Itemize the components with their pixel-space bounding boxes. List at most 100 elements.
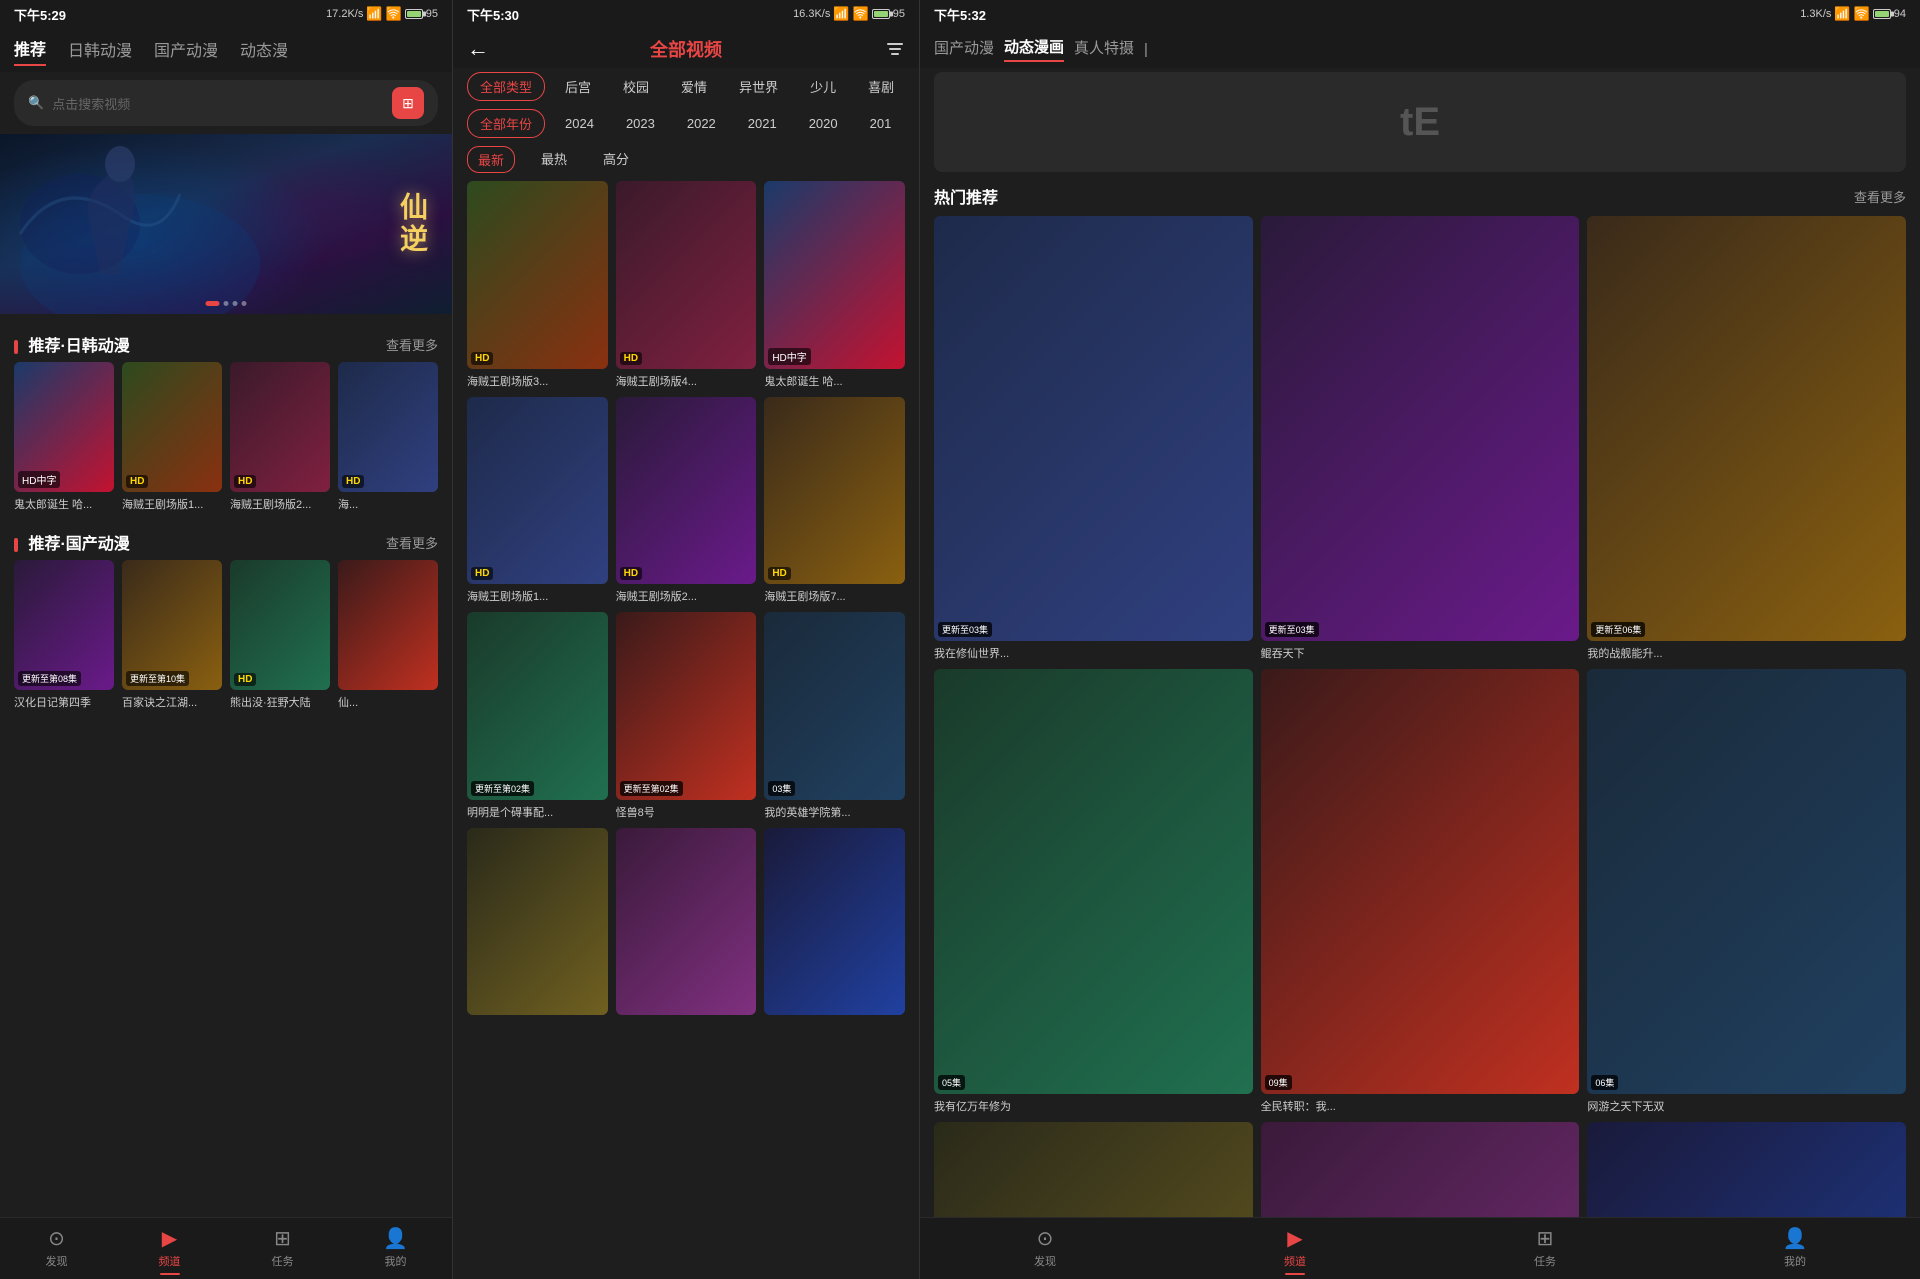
filter-2020[interactable]: 2020 (797, 112, 850, 135)
sort-hottest[interactable]: 最热 (531, 146, 577, 173)
grid-card-1[interactable]: HD 海贼王剧场版4... (616, 181, 757, 389)
search-button-1[interactable]: ⊞ (392, 87, 424, 119)
back-button[interactable]: ← (467, 36, 497, 62)
grid-card-5[interactable]: HD 海贼王剧场版7... (764, 397, 905, 605)
sort-newest[interactable]: 最新 (467, 146, 515, 173)
filter-harem[interactable]: 后宫 (553, 73, 603, 100)
tab-jp-anime[interactable]: 日韩动漫 (68, 37, 132, 65)
jpkr-thumb-3: HD (338, 362, 438, 492)
nav-task-label-3: 任务 (1534, 1253, 1556, 1269)
nav-me-3[interactable]: 👤 我的 (1670, 1226, 1920, 1275)
hot-card-4[interactable]: 09集 全民转职：我... (1261, 669, 1580, 1114)
hot-item-title-4: 全民转职：我... (1261, 1098, 1580, 1114)
jpkr-card-0[interactable]: HD中字 鬼太郎诞生 哈... (14, 362, 114, 512)
hot-card-8[interactable]: 12集 我是怪兽大主宰 (1587, 1122, 1906, 1217)
search-bar-1[interactable]: 🔍 点击搜索视频 ⊞ (14, 80, 438, 126)
nav-me-label-1: 我的 (385, 1253, 407, 1269)
grid-card-10[interactable] (616, 828, 757, 1020)
hot-card-5[interactable]: 06集 网游之天下无双 (1587, 669, 1906, 1114)
p3-scroll-area: 热门推荐 查看更多 更新至03集 我在修仙世界... 更新至03集 鲲吞天下 (920, 176, 1920, 1217)
cn-thumb-2: HD (230, 560, 330, 690)
section-dot-cn (14, 538, 18, 552)
search-icon-1: 🔍 (28, 95, 44, 111)
sort-rating[interactable]: 高分 (593, 146, 639, 173)
nav-task-1[interactable]: ⊞ 任务 (226, 1226, 339, 1275)
tab-cn-anime[interactable]: 国产动漫 (154, 37, 218, 65)
hot-header: 热门推荐 查看更多 (934, 184, 1906, 208)
search-btn-icon: ⊞ (402, 95, 414, 112)
cn-card-1[interactable]: 更新至第10集 百家诀之江湖... (122, 560, 222, 710)
status-bar-2: 下午5:30 16.3K/s 📶 🛜 95 (453, 0, 919, 28)
grid-thumb-7: 更新至第02集 (616, 612, 757, 800)
cn-card-2[interactable]: HD 熊出没·狂野大陆 (230, 560, 330, 710)
nav-me-icon-1: 👤 (383, 1226, 408, 1251)
filter-all-year[interactable]: 全部年份 (467, 109, 545, 138)
jpkr-card-1[interactable]: HD 海贼王剧场版1... (122, 362, 222, 512)
grid-card-4[interactable]: HD 海贼王剧场版2... (616, 397, 757, 605)
hot-more[interactable]: 查看更多 (1854, 187, 1906, 206)
filter-2021[interactable]: 2021 (736, 112, 789, 135)
grid-thumb-10 (616, 828, 757, 1016)
nav-channel-label-3: 频道 (1284, 1253, 1306, 1269)
hot-card-0[interactable]: 更新至03集 我在修仙世界... (934, 216, 1253, 661)
hot-grid: 更新至03集 我在修仙世界... 更新至03集 鲲吞天下 更新至06集 我的战舰… (934, 216, 1906, 1217)
filter-2023[interactable]: 2023 (614, 112, 667, 135)
nav-channel-3[interactable]: ▶ 频道 (1170, 1226, 1420, 1275)
hero-char-art (30, 144, 210, 304)
jpkr-card-3[interactable]: HD 海... (338, 362, 438, 512)
grid-badge-3: HD (471, 567, 493, 580)
jpkr-card-2[interactable]: HD 海贼王剧场版2... (230, 362, 330, 512)
grid-card-6[interactable]: 更新至第02集 明明是个碍事配... (467, 612, 608, 820)
p3-tab-motion[interactable]: 动态漫画 (1004, 36, 1064, 62)
nav-channel-1[interactable]: ▶ 频道 (113, 1226, 226, 1275)
section-header-jpkr: 推荐·日韩动漫 查看更多 (0, 324, 452, 362)
filter-all-type[interactable]: 全部类型 (467, 72, 545, 101)
grid-card-9[interactable] (467, 828, 608, 1020)
tab-motion-comic[interactable]: 动态漫 (240, 37, 288, 65)
jpkr-thumb-1: HD (122, 362, 222, 492)
hot-card-2[interactable]: 更新至06集 我的战舰能升... (1587, 216, 1906, 661)
nav-me-label-3: 我的 (1784, 1253, 1806, 1269)
hot-card-3[interactable]: 05集 我有亿万年修为 (934, 669, 1253, 1114)
grid-card-11[interactable] (764, 828, 905, 1020)
grid-card-7[interactable]: 更新至第02集 怪兽8号 (616, 612, 757, 820)
hot-thumb-2: 更新至06集 (1587, 216, 1906, 641)
filter-school[interactable]: 校园 (611, 73, 661, 100)
jpkr-thumb-0: HD中字 (14, 362, 114, 492)
nav-task-3[interactable]: ⊞ 任务 (1420, 1226, 1670, 1275)
hot-badge-2: 更新至06集 (1591, 622, 1645, 637)
grid-card-2[interactable]: HD中字 鬼太郎诞生 哈... (764, 181, 905, 389)
filter-2024[interactable]: 2024 (553, 112, 606, 135)
p3-tab-live[interactable]: 真人特摄 (1074, 37, 1134, 61)
p3-tab-cn[interactable]: 国产动漫 (934, 37, 994, 61)
nav-underline-3 (1285, 1273, 1305, 1275)
filter-2022[interactable]: 2022 (675, 112, 728, 135)
filter-comedy[interactable]: 喜剧 (856, 73, 906, 100)
hot-card-6[interactable]: 09集 稳住别浪 (934, 1122, 1253, 1217)
status-bar-3: 下午5:32 1.3K/s 📶 🛜 94 (920, 0, 1920, 28)
section-title-jpkr: 推荐·日韩动漫 (14, 332, 130, 356)
filter-kids[interactable]: 少儿 (798, 73, 848, 100)
grid-thumb-5: HD (764, 397, 905, 585)
speed-1: 17.2K/s (326, 8, 363, 20)
section-more-jpkr[interactable]: 查看更多 (386, 335, 438, 354)
nav-me-1[interactable]: 👤 我的 (339, 1226, 452, 1275)
nav-discover-1[interactable]: ⊙ 发现 (0, 1226, 113, 1275)
cn-card-3[interactable]: 仙... (338, 560, 438, 710)
grid-card-0[interactable]: HD 海贼王剧场版3... (467, 181, 608, 389)
filter-old[interactable]: 201 (858, 112, 904, 135)
grid-card-8[interactable]: 03集 我的英雄学院第... (764, 612, 905, 820)
filter-isekai[interactable]: 异世界 (727, 73, 790, 100)
hot-thumb-5: 06集 (1587, 669, 1906, 1094)
hero-banner-1[interactable]: 仙逆 (0, 134, 452, 314)
grid-card-3[interactable]: HD 海贼王剧场版1... (467, 397, 608, 605)
hot-thumb-6: 09集 (934, 1122, 1253, 1217)
cn-card-0[interactable]: 更新至第08集 汉化日记第四季 (14, 560, 114, 710)
hot-card-7[interactable]: 16集 我的妻子是大... (1261, 1122, 1580, 1217)
p2-right-icon[interactable] (875, 39, 905, 59)
tab-recommend[interactable]: 推荐 (14, 36, 46, 66)
filter-romance[interactable]: 爱情 (669, 73, 719, 100)
nav-discover-3[interactable]: ⊙ 发现 (920, 1226, 1170, 1275)
hot-card-1[interactable]: 更新至03集 鲲吞天下 (1261, 216, 1580, 661)
section-more-cn[interactable]: 查看更多 (386, 533, 438, 552)
